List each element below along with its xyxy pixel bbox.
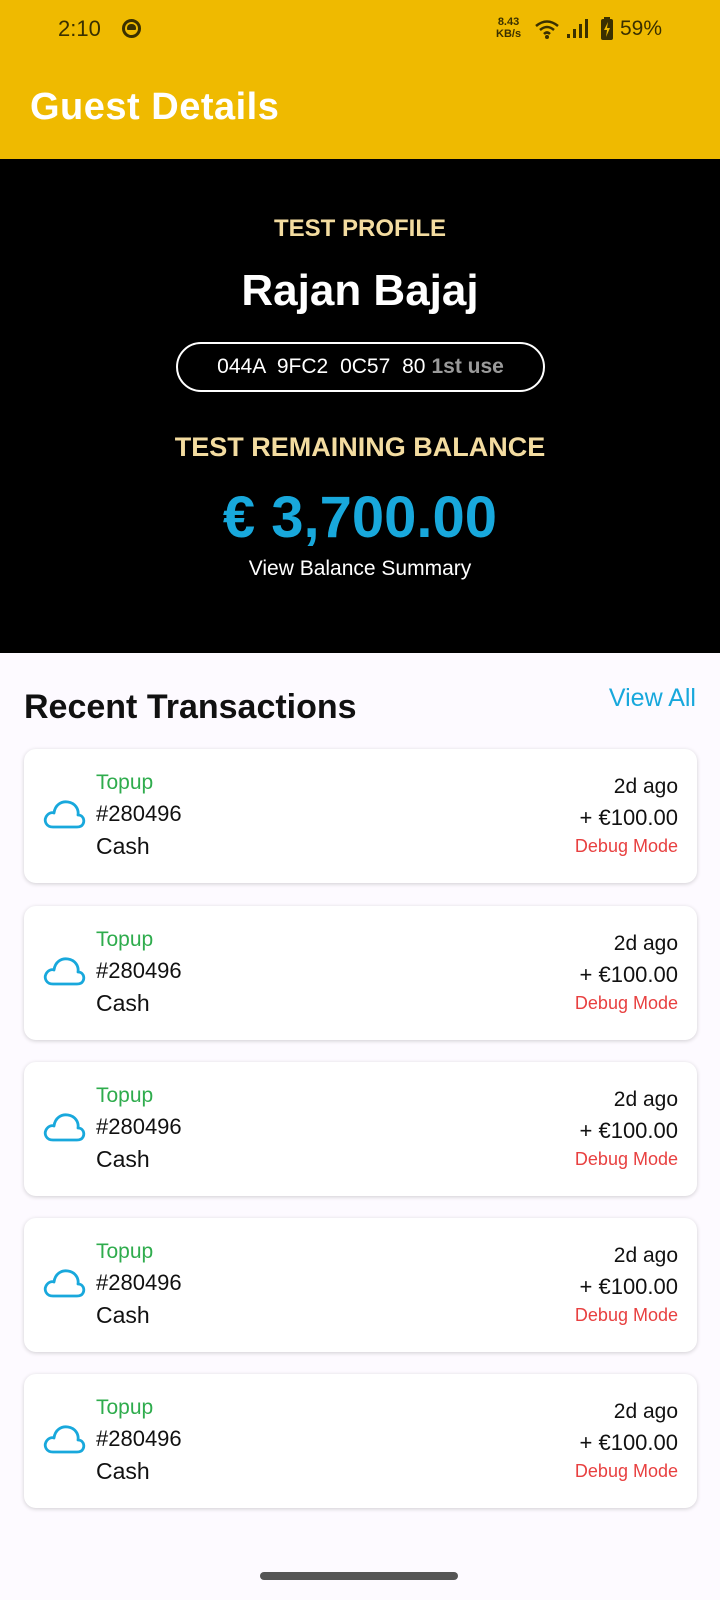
transaction-amount: + €100.00 xyxy=(579,1118,678,1143)
transaction-time: 2d ago xyxy=(613,1400,678,1423)
view-all-link[interactable]: View All xyxy=(609,684,696,713)
transaction-mode: Debug Mode xyxy=(574,836,678,856)
guest-profile-card: TEST PROFILE Rajan Bajaj 044A 9FC2 0C57 … xyxy=(0,159,720,653)
transaction-type: Topup xyxy=(96,1396,154,1419)
cloud-icon xyxy=(42,1110,86,1149)
transaction-type: Topup xyxy=(96,1084,154,1107)
balance-label: TEST REMAINING BALANCE xyxy=(174,432,546,462)
transaction-card[interactable]: Topup #280496 Cash 2d ago + €100.00 Debug Mod… xyxy=(24,906,697,1040)
transaction-card[interactable]: Topup #280496 Cash 2d ago + €100.00 Debug Mod… xyxy=(24,1374,697,1508)
transaction-type: Topup xyxy=(96,1240,154,1263)
battery-charging-icon xyxy=(601,17,613,40)
wristband-uid-pill: 044A 9FC2 0C57 80 1st use xyxy=(176,342,545,392)
transaction-amount: + €100.00 xyxy=(579,962,678,987)
battery-percent: 59% xyxy=(620,17,663,40)
camera-dot-icon xyxy=(122,19,141,38)
transaction-type: Topup xyxy=(96,771,154,794)
app-bar: Guest Details xyxy=(0,60,720,159)
transaction-time: 2d ago xyxy=(613,932,678,955)
transaction-mode: Debug Mode xyxy=(574,1149,678,1169)
payment-method: Cash xyxy=(96,1302,150,1328)
balance-amount: € 3,700.00 xyxy=(222,485,498,550)
network-speed-value: 8.43 xyxy=(497,16,520,28)
cloud-icon xyxy=(42,954,86,993)
transaction-id: #280496 xyxy=(96,1270,182,1295)
transaction-mode: Debug Mode xyxy=(574,993,678,1013)
network-speed-unit: KB/s xyxy=(496,28,522,40)
cloud-icon xyxy=(42,1422,86,1461)
payment-method: Cash xyxy=(96,1458,150,1484)
transaction-type: Topup xyxy=(96,928,154,951)
transaction-id: #280496 xyxy=(96,1426,182,1451)
transaction-amount: + €100.00 xyxy=(579,1430,678,1455)
transaction-mode: Debug Mode xyxy=(574,1461,678,1481)
page-title: Guest Details xyxy=(30,86,280,128)
uid-use-count: 1st use xyxy=(431,355,504,378)
cloud-icon xyxy=(42,797,86,836)
cloud-icon xyxy=(42,1266,86,1305)
view-balance-summary-link[interactable]: View Balance Summary xyxy=(0,557,720,581)
payment-method: Cash xyxy=(96,833,150,859)
payment-method: Cash xyxy=(96,990,150,1016)
network-speed: 8.43 KB/s xyxy=(496,16,521,40)
home-indicator[interactable] xyxy=(260,1572,458,1580)
status-bar: 2:10 8.43 KB/s 59% xyxy=(0,0,720,60)
wifi-icon xyxy=(535,20,559,39)
guest-name: Rajan Bajaj xyxy=(241,266,479,315)
transaction-id: #280496 xyxy=(96,801,182,826)
section-title: Recent Transactions xyxy=(24,688,357,726)
signal-icon xyxy=(567,19,588,38)
profile-label: TEST PROFILE xyxy=(273,215,446,242)
transaction-time: 2d ago xyxy=(613,1244,678,1267)
wristband-uid: 044A 9FC2 0C57 80 xyxy=(217,355,426,378)
transaction-amount: + €100.00 xyxy=(579,1274,678,1299)
transaction-card[interactable]: Topup #280496 Cash 2d ago + €100.00 Debug Mod… xyxy=(24,1218,697,1352)
transaction-id: #280496 xyxy=(96,1114,182,1139)
status-time: 2:10 xyxy=(58,16,101,41)
transaction-card[interactable]: Topup #280496 Cash 2d ago + €100.00 Debug Mod… xyxy=(24,1062,697,1196)
payment-method: Cash xyxy=(96,1146,150,1172)
transaction-mode: Debug Mode xyxy=(574,1305,678,1325)
transaction-time: 2d ago xyxy=(613,775,678,798)
transaction-amount: + €100.00 xyxy=(579,805,678,830)
transaction-time: 2d ago xyxy=(613,1088,678,1111)
transaction-card[interactable]: Topup #280496 Cash 2d ago + €100.00 Debug Mod… xyxy=(24,749,697,883)
transaction-id: #280496 xyxy=(96,958,182,983)
